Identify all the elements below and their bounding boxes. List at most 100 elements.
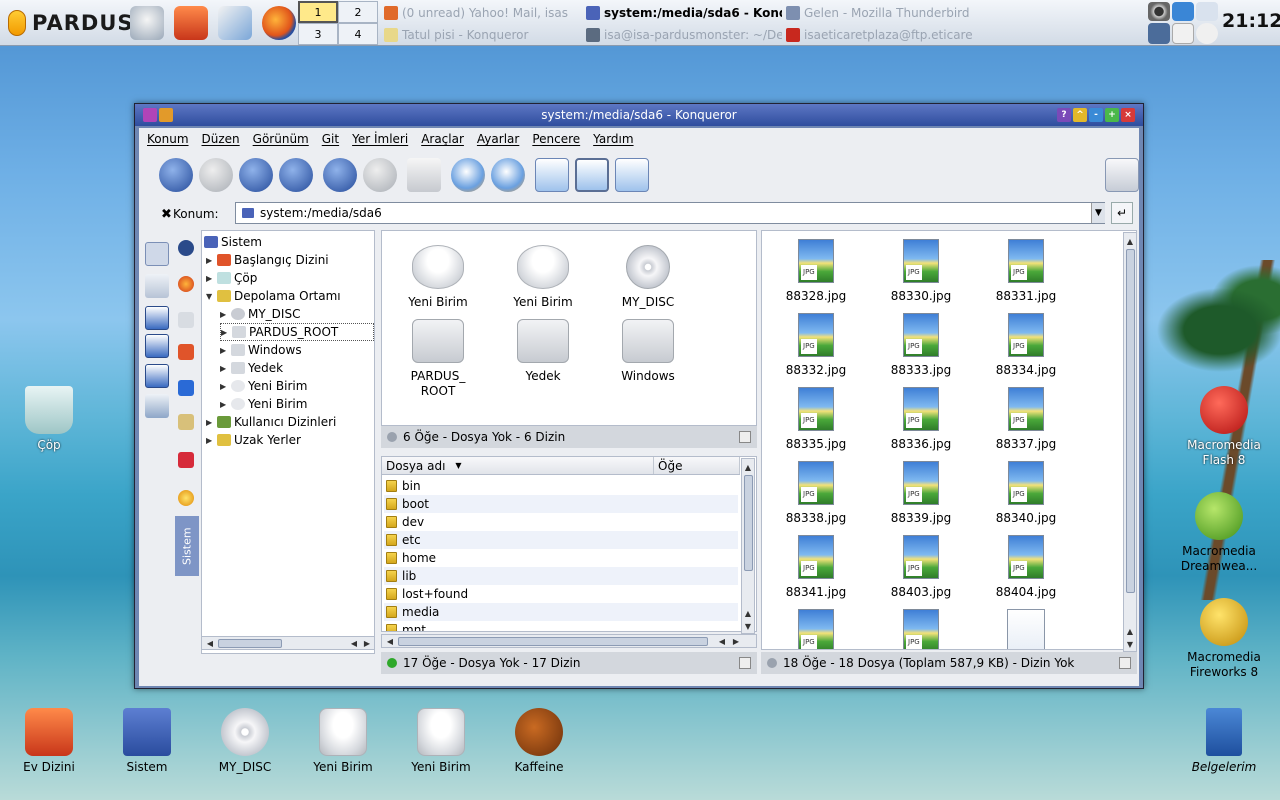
file-item-jpg[interactable]: 88341.jpg — [766, 535, 866, 600]
desktop-icon-home[interactable]: Ev Dizini — [1, 708, 97, 774]
help-button[interactable]: ? — [1057, 108, 1071, 122]
display-tray-icon[interactable] — [1148, 23, 1170, 44]
sidebar-tab-sistem[interactable]: Sistem — [175, 516, 199, 576]
tree-item-storage[interactable]: ▼ Depolama Ortamı — [206, 287, 341, 305]
desktop-icon-trash[interactable]: Çöp — [1, 386, 97, 452]
zoom-in-icon[interactable] — [451, 158, 485, 192]
up-icon[interactable] — [239, 158, 273, 192]
file-item-jpg[interactable]: 88339.jpg — [871, 461, 971, 526]
list-item[interactable]: etc — [384, 531, 738, 549]
tree-item-sistem[interactable]: Sistem — [204, 233, 262, 251]
menu-gorunum[interactable]: Görünüm — [253, 132, 309, 146]
file-item-jpg[interactable] — [871, 609, 971, 649]
home-folder-icon[interactable] — [178, 344, 194, 360]
scrollbar-thumb[interactable] — [744, 475, 753, 571]
dir-horizontal-scrollbar[interactable]: ◀ ◀ ▶ — [381, 634, 757, 648]
window-icon[interactable] — [145, 306, 169, 330]
network-tray-icon[interactable] — [1172, 2, 1194, 21]
scroll-up-arrow-icon[interactable]: ▲ — [742, 461, 754, 473]
file-item-jpg[interactable]: 88331.jpg — [976, 239, 1076, 304]
scroll-up-arrow-icon[interactable]: ▲ — [1124, 235, 1136, 247]
media-item-yeni-birim-1[interactable]: Yeni Birim — [388, 245, 488, 310]
menu-konum[interactable]: Konum — [147, 132, 189, 146]
clear-location-icon[interactable]: ✖ — [161, 207, 172, 222]
scrollbar-thumb[interactable] — [218, 639, 282, 648]
task-yahoo-mail[interactable]: (0 unread) Yahoo! Mail, isas — [384, 3, 580, 23]
sticky-button[interactable] — [159, 108, 173, 122]
menu-duzen[interactable]: Düzen — [202, 132, 240, 146]
icon-view-icon[interactable] — [535, 158, 569, 192]
maximize-button[interactable]: + — [1105, 108, 1119, 122]
menu-yer-imleri[interactable]: Yer İmleri — [352, 132, 408, 146]
favorites-icon[interactable] — [178, 490, 194, 506]
home-icon[interactable] — [279, 158, 313, 192]
tree-item-yeni-birim-2[interactable]: ▶ Yeni Birim — [220, 395, 307, 413]
scroll-down-arrow-icon[interactable]: ▼ — [742, 620, 754, 632]
task-filezilla[interactable]: isaeticaretplaza@ftp.eticare — [786, 25, 982, 45]
media-item-yedek[interactable]: Yedek — [493, 319, 593, 384]
scroll-down-arrow-icon[interactable]: ▼ — [1124, 638, 1136, 650]
file-item-jpg[interactable]: 88404.jpg — [976, 535, 1076, 600]
menu-yardim[interactable]: Yardım — [593, 132, 633, 146]
file-item-jpg[interactable]: 88328.jpg — [766, 239, 866, 304]
link-view-checkbox[interactable] — [1119, 657, 1131, 669]
firefox-launcher-icon[interactable] — [262, 6, 296, 40]
desktop-icon-usb-1[interactable]: Yeni Birim — [295, 708, 391, 774]
volume-tray-icon[interactable] — [1196, 2, 1218, 21]
tree-item-yedek[interactable]: ▶ Yedek — [220, 359, 283, 377]
media-item-pardus-root[interactable]: PARDUS_ ROOT — [388, 319, 488, 399]
network-launcher-icon[interactable] — [130, 6, 164, 40]
reload-icon[interactable] — [323, 158, 357, 192]
link-view-checkbox[interactable] — [739, 431, 751, 443]
back-icon[interactable] — [159, 158, 193, 192]
zoom-out-icon[interactable] — [491, 158, 525, 192]
list-item[interactable]: dev — [384, 513, 738, 531]
desktop-icon-documents[interactable]: Belgelerim — [1176, 708, 1272, 774]
window-menu-button[interactable] — [143, 108, 157, 122]
task-tatul-pisi[interactable]: Tatul pisi - Konqueror — [384, 25, 580, 45]
firefox-bookmarks-icon[interactable] — [178, 276, 194, 292]
bookmarks-icon[interactable] — [178, 452, 194, 468]
scroll-right-arrow-icon[interactable]: ▶ — [730, 635, 742, 647]
task-terminal[interactable]: isa@isa-pardusmonster: ~/De — [586, 25, 782, 45]
desktop-icon-usb-2[interactable]: Yeni Birim — [393, 708, 489, 774]
tree-horizontal-scrollbar[interactable]: ◀ ◀ ▶ — [201, 636, 375, 650]
file-item-jpg[interactable]: 88337.jpg — [976, 387, 1076, 452]
scroll-left-arrow-icon[interactable]: ◀ — [348, 637, 360, 649]
pager-desktop-3[interactable]: 3 — [298, 23, 338, 45]
desktop-icon-fireworks[interactable]: Macromedia Fireworks 8 — [1176, 598, 1272, 680]
media-item-windows[interactable]: Windows — [598, 319, 698, 384]
file-item-jpg[interactable]: 88330.jpg — [871, 239, 971, 304]
file-item-document[interactable] — [976, 609, 1076, 649]
menu-araclar[interactable]: Araçlar — [421, 132, 464, 146]
detail-view-icon[interactable] — [575, 158, 609, 192]
list-item[interactable]: home — [384, 549, 738, 567]
tree-item-remote[interactable]: ▶ Uzak Yerler — [206, 431, 301, 449]
list-item[interactable]: boot — [384, 495, 738, 513]
desktop-icon-kaffeine[interactable]: Kaffeine — [491, 708, 587, 774]
link-view-checkbox[interactable] — [739, 657, 751, 669]
image-vertical-scrollbar[interactable]: ▲ ▲ ▼ — [1123, 232, 1137, 652]
menu-git[interactable]: Git — [322, 132, 339, 146]
file-item-jpg[interactable]: 88334.jpg — [976, 313, 1076, 378]
tools-icon[interactable] — [145, 274, 169, 298]
list-item[interactable]: lost+found — [384, 585, 738, 603]
tree-item-home[interactable]: ▶ Başlangıç Dizini — [206, 251, 329, 269]
task-konqueror-sda6[interactable]: system:/media/sda6 - Konqu — [586, 3, 782, 23]
tree-item-yeni-birim-1[interactable]: ▶ Yeni Birim — [220, 377, 307, 395]
desktop-icon-dreamweaver[interactable]: Macromedia Dreamwea... — [1171, 492, 1267, 574]
file-item-jpg[interactable]: 88333.jpg — [871, 313, 971, 378]
desktop-icon-flash[interactable]: Macromedia Flash 8 — [1176, 386, 1272, 468]
dir-vertical-scrollbar[interactable]: ▲ ▲ ▼ — [741, 458, 755, 634]
media-item-yeni-birim-2[interactable]: Yeni Birim — [493, 245, 593, 310]
file-item-jpg[interactable]: 88340.jpg — [976, 461, 1076, 526]
list-item[interactable]: mnt — [384, 621, 738, 631]
file-item-jpg[interactable]: 88335.jpg — [766, 387, 866, 452]
home-launcher-icon[interactable] — [174, 6, 208, 40]
services-icon[interactable] — [178, 414, 194, 430]
go-button[interactable]: ↵ — [1111, 202, 1133, 224]
location-input[interactable]: system:/media/sda6 — [235, 202, 1105, 224]
menu-ayarlar[interactable]: Ayarlar — [477, 132, 519, 146]
tree-item-pardus-root[interactable]: ▶ PARDUS_ROOT — [220, 323, 374, 341]
scroll-left-arrow-icon[interactable]: ◀ — [204, 637, 216, 649]
